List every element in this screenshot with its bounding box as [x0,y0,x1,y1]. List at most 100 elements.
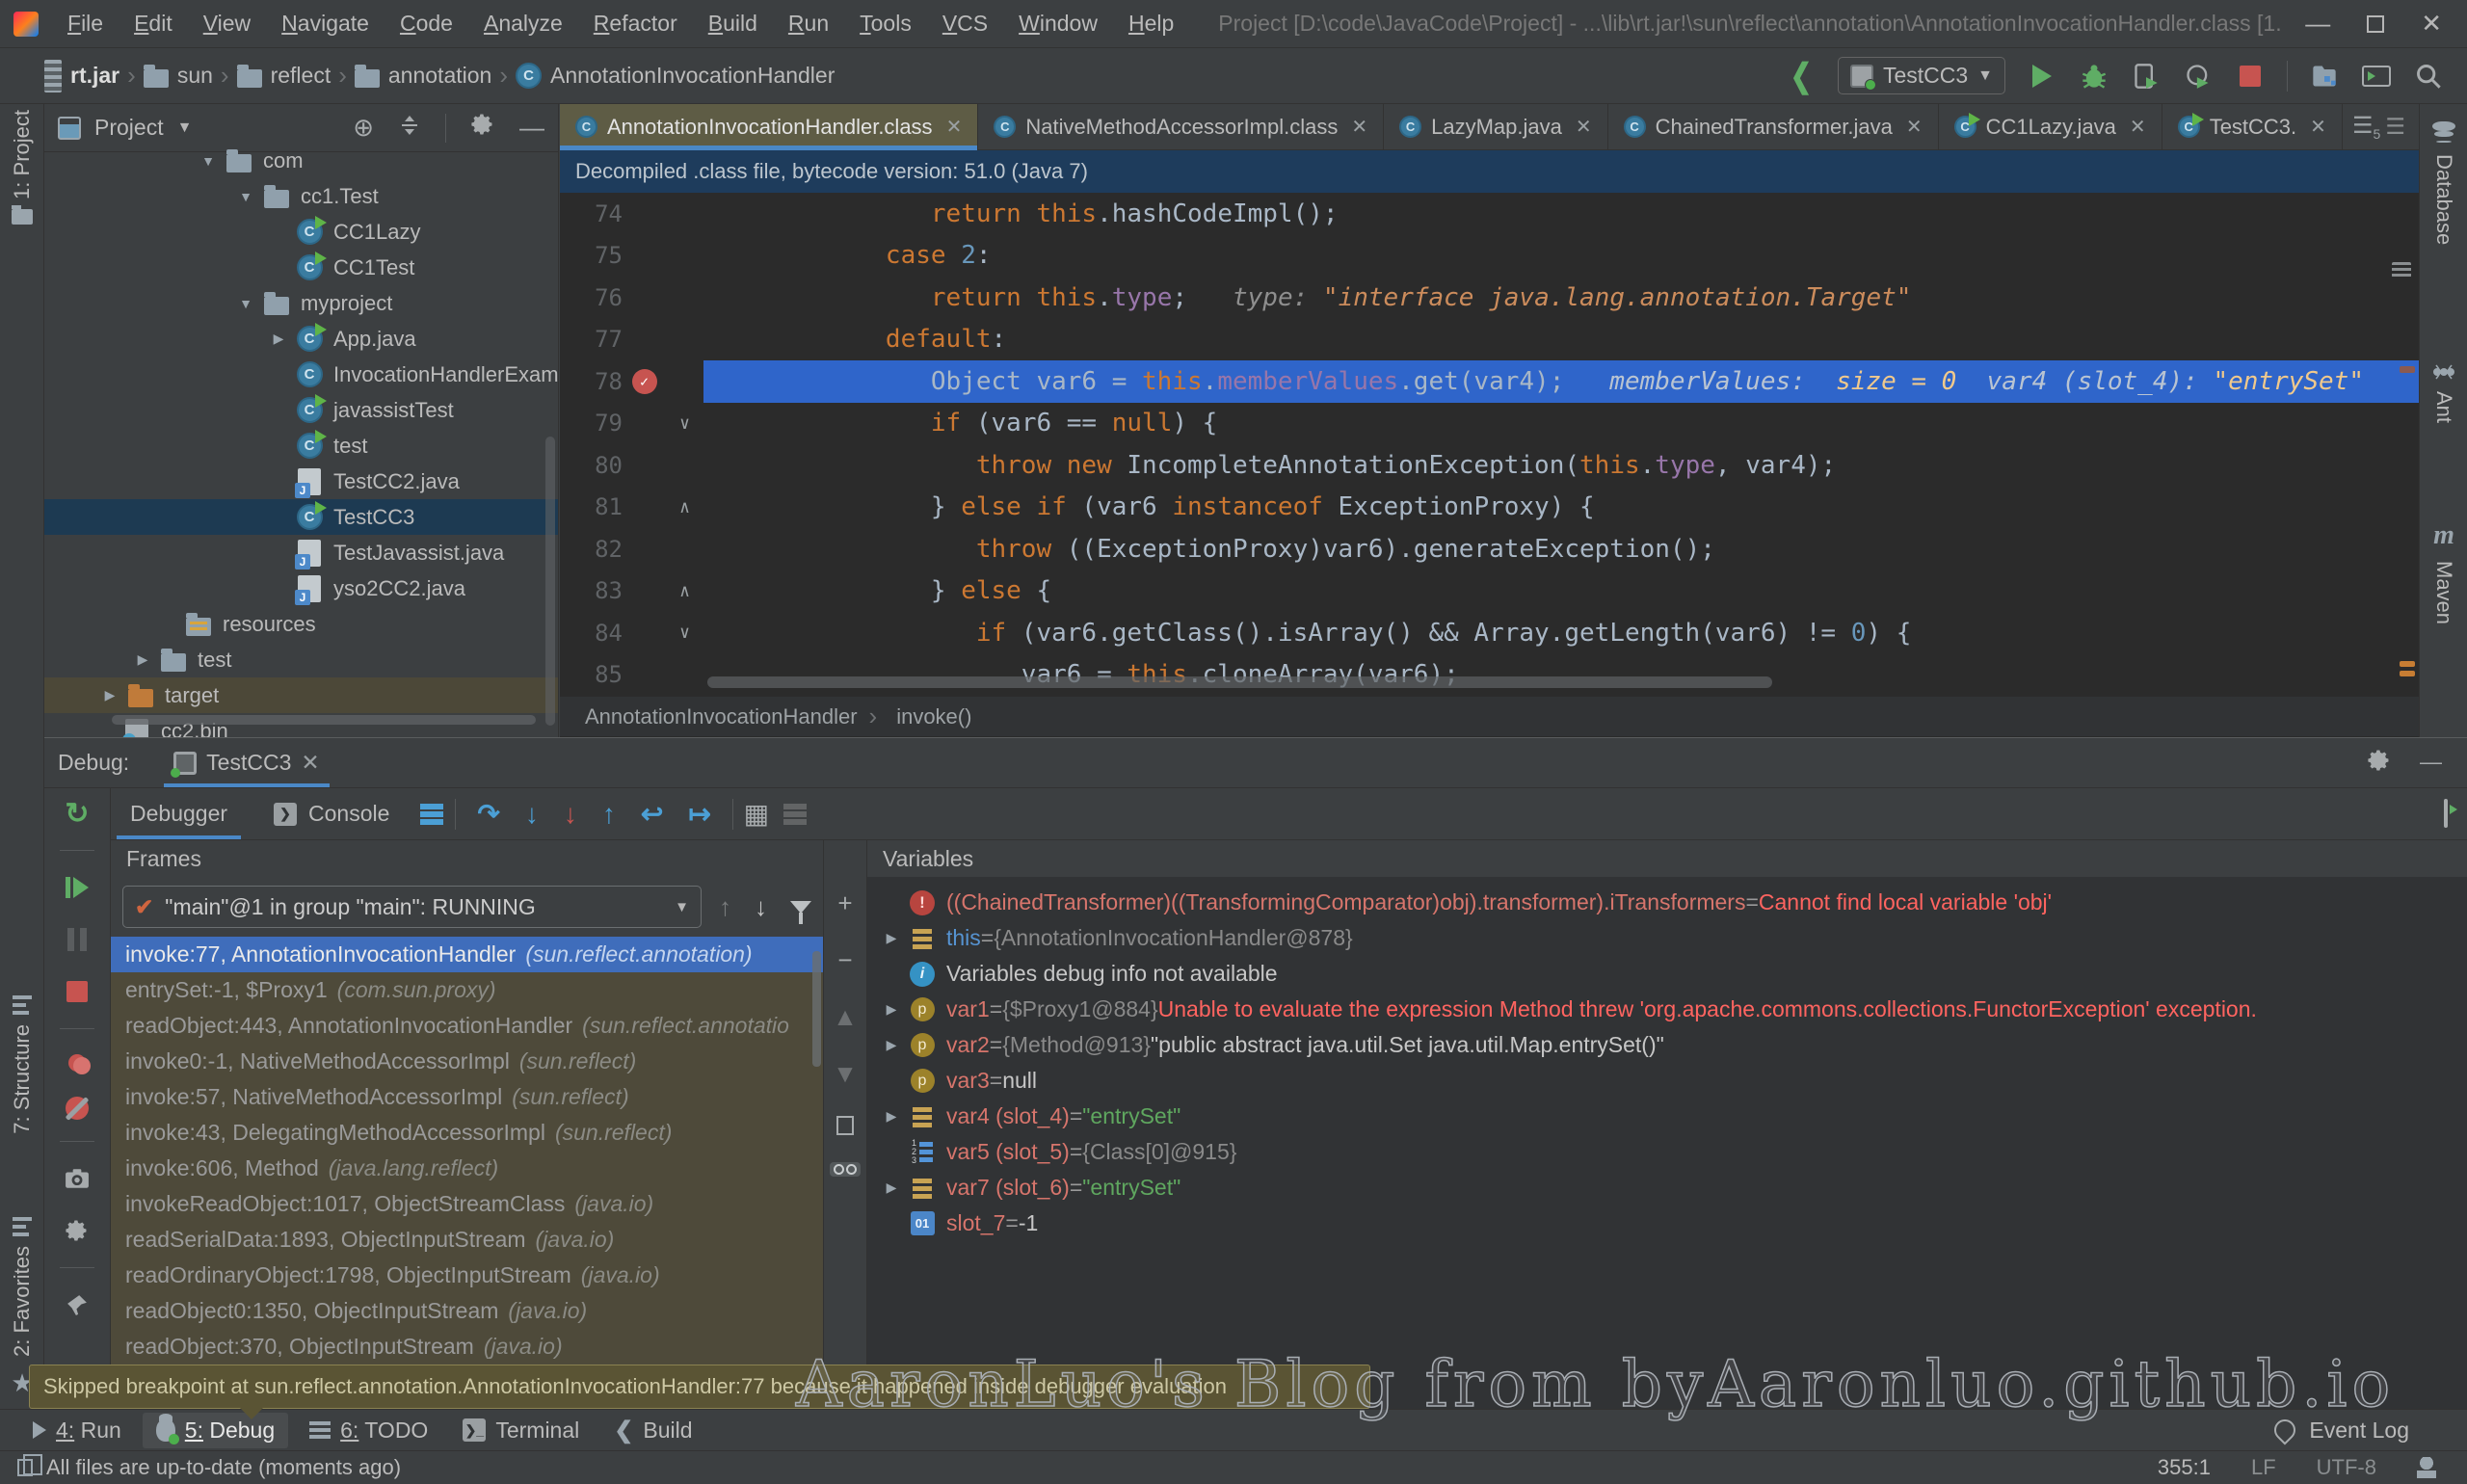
maximize-button[interactable] [2367,15,2384,33]
editor-tab[interactable]: CCC1Lazy.java✕ [1939,104,2162,149]
fold-marker-icon[interactable]: ∨ [666,623,703,643]
editor-hscrollbar[interactable] [707,676,1772,688]
variable-row[interactable]: !((ChainedTransformer)((TransformingComp… [867,885,2467,920]
variable-row[interactable]: pvar3 = null [867,1063,2467,1099]
run-anything-icon[interactable] [2361,61,2392,92]
close-icon[interactable]: ✕ [1906,115,1923,139]
breadcrumb-item[interactable]: CAnnotationInvocationHandler [516,63,835,89]
project-structure-icon[interactable] [2309,61,2340,92]
close-icon[interactable]: ✕ [1351,115,1367,139]
file-encoding[interactable]: UTF-8 [2317,1455,2376,1480]
rerun-icon[interactable]: ↻ [62,798,93,829]
menu-item-navigate[interactable]: Navigate [266,0,385,47]
close-icon[interactable]: ✕ [1576,115,1592,139]
tree-item-cc1lazy[interactable]: CCC1Lazy [44,214,558,250]
run-config-selector[interactable]: TestCC3 ▼ [1838,57,2005,94]
tree-item-testcc2.java[interactable]: TestCC2.java [44,464,558,499]
code-line-82[interactable]: 82 throw ((ExceptionProxy)var6).generate… [560,528,2419,570]
move-watch-down-icon[interactable]: ▼ [833,1059,858,1089]
chevron-right-icon[interactable]: ▶ [877,1108,906,1125]
tree-item-target[interactable]: ▶target [44,677,558,713]
chevron-right-icon[interactable]: ▶ [877,1179,906,1196]
stack-frame[interactable]: readOrdinaryObject:1798, ObjectInputStre… [111,1258,823,1293]
variable-row[interactable]: ▶this = {AnnotationInvocationHandler@878… [867,920,2467,956]
chevron-right-icon[interactable]: ▶ [877,1037,906,1053]
close-button[interactable]: ✕ [2421,9,2442,39]
menu-item-vcs[interactable]: VCS [927,0,1003,47]
debug-settings-gear-icon[interactable] [62,1215,93,1246]
toolwindow-button-4-run[interactable]: 4: Run [19,1413,135,1448]
inspections-widget-icon[interactable] [2392,262,2411,278]
variable-row[interactable]: ▶pvar2 = {Method@913} "public abstract j… [867,1027,2467,1063]
profiler-button[interactable] [2183,61,2214,92]
breadcrumb-class[interactable]: AnnotationInvocationHandler [585,704,858,729]
code-line-77[interactable]: 77 default: [560,319,2419,361]
fold-marker-icon[interactable]: ∧ [666,581,703,601]
evaluate-expression-icon[interactable]: ▦ [741,799,772,830]
run-button[interactable] [2027,61,2057,92]
highlighting-level-icon[interactable] [2417,1457,2436,1478]
code-line-78[interactable]: 78✓ Object var6 = this.memberValues.get(… [560,360,2419,403]
tree-item-testcc3[interactable]: CTestCC3 [44,499,558,535]
console-layout-icon[interactable] [2444,801,2467,827]
settings-sliders-icon[interactable] [780,799,810,830]
stop-icon[interactable] [62,976,93,1007]
project-view-selector[interactable]: Project [94,115,164,141]
sidebar-item-project[interactable]: 1: Project [0,110,44,225]
step-out-icon[interactable]: ↑ [602,799,616,830]
remove-watch-icon[interactable]: − [837,945,852,975]
step-over-icon[interactable]: ↷ [477,798,499,830]
search-everywhere-icon[interactable] [2413,61,2444,92]
tree-item-test[interactable]: Ctest [44,428,558,464]
tree-item-javassisttest[interactable]: CjavassistTest [44,392,558,428]
breadcrumb-item[interactable]: reflect [237,63,332,89]
hide-panel-icon[interactable]: — [519,113,544,143]
tree-item-testjavassist.java[interactable]: TestJavassist.java [44,535,558,570]
close-icon[interactable]: ✕ [2130,115,2146,139]
editor-tab[interactable]: CAnnotationInvocationHandler.class✕ [560,104,978,149]
run-to-cursor-icon[interactable]: ↦ [688,798,710,830]
build-icon[interactable]: ❮ [1789,61,1814,92]
mute-breakpoints-icon[interactable] [66,1097,89,1120]
code-line-84[interactable]: 84∨ if (var6.getClass().isArray() && Arr… [560,612,2419,654]
sidebar-item-maven[interactable]: m Maven [2420,520,2467,624]
editor-tab[interactable]: CLazyMap.java✕ [1384,104,1608,149]
toolwindow-button-build[interactable]: ❮Build [600,1413,705,1448]
toolwindow-button-6-todo[interactable]: 6: TODO [296,1413,441,1448]
stack-frame[interactable]: invoke0:-1, NativeMethodAccessorImpl(sun… [111,1044,823,1079]
next-frame-icon[interactable]: ↓ [755,892,767,922]
menu-item-refactor[interactable]: Refactor [578,0,693,47]
sidebar-item-favorites[interactable]: 2: Favorites [0,1217,44,1357]
variable-row[interactable]: ▶var7 (slot_6) = "entrySet" [867,1170,2467,1206]
breadcrumb-item[interactable]: sun [144,63,213,89]
menu-item-view[interactable]: View [188,0,266,47]
menu-item-code[interactable]: Code [385,0,468,47]
pause-icon[interactable] [62,924,93,955]
chevron-right-icon[interactable]: ▶ [877,930,906,946]
variable-row[interactable]: 01slot_7 = -1 [867,1206,2467,1241]
menu-item-tools[interactable]: Tools [844,0,927,47]
code-line-83[interactable]: 83∧ } else { [560,570,2419,613]
fold-marker-icon[interactable]: ∧ [666,497,703,517]
chevron-down-icon[interactable]: ▼ [228,296,263,311]
close-icon[interactable]: ✕ [301,750,319,776]
chevron-right-icon[interactable]: ▶ [261,331,296,347]
hidden-tabs-dropdown[interactable]: ☰5 [2352,112,2380,142]
menu-item-edit[interactable]: Edit [119,0,188,47]
editor-tab[interactable]: CChainedTransformer.java✕ [1608,104,1939,149]
stack-frame[interactable]: invoke:43, DelegatingMethodAccessorImpl(… [111,1115,823,1151]
code-line-80[interactable]: 80 throw new IncompleteAnnotationExcepti… [560,444,2419,487]
pin-icon[interactable] [62,1289,93,1320]
locate-file-icon[interactable]: ⊕ [353,113,374,143]
tree-item-yso2cc2.java[interactable]: yso2CC2.java [44,570,558,606]
stack-frame[interactable]: invokeReadObject:1017, ObjectStreamClass… [111,1186,823,1222]
fold-marker-icon[interactable]: ∨ [666,413,703,434]
layout-icon[interactable] [416,799,447,830]
thread-selector[interactable]: ✔ "main"@1 in group "main": RUNNING ▼ [122,886,702,928]
minimize-button[interactable]: — [2305,9,2330,39]
thread-dump-icon[interactable] [62,1163,93,1194]
breakpoint-icon[interactable]: ✓ [632,369,657,394]
stack-frame[interactable]: invoke:606, Method(java.lang.reflect) [111,1151,823,1186]
breadcrumb-method[interactable]: invoke() [896,704,971,729]
variable-row[interactable]: iVariables debug info not available [867,956,2467,992]
